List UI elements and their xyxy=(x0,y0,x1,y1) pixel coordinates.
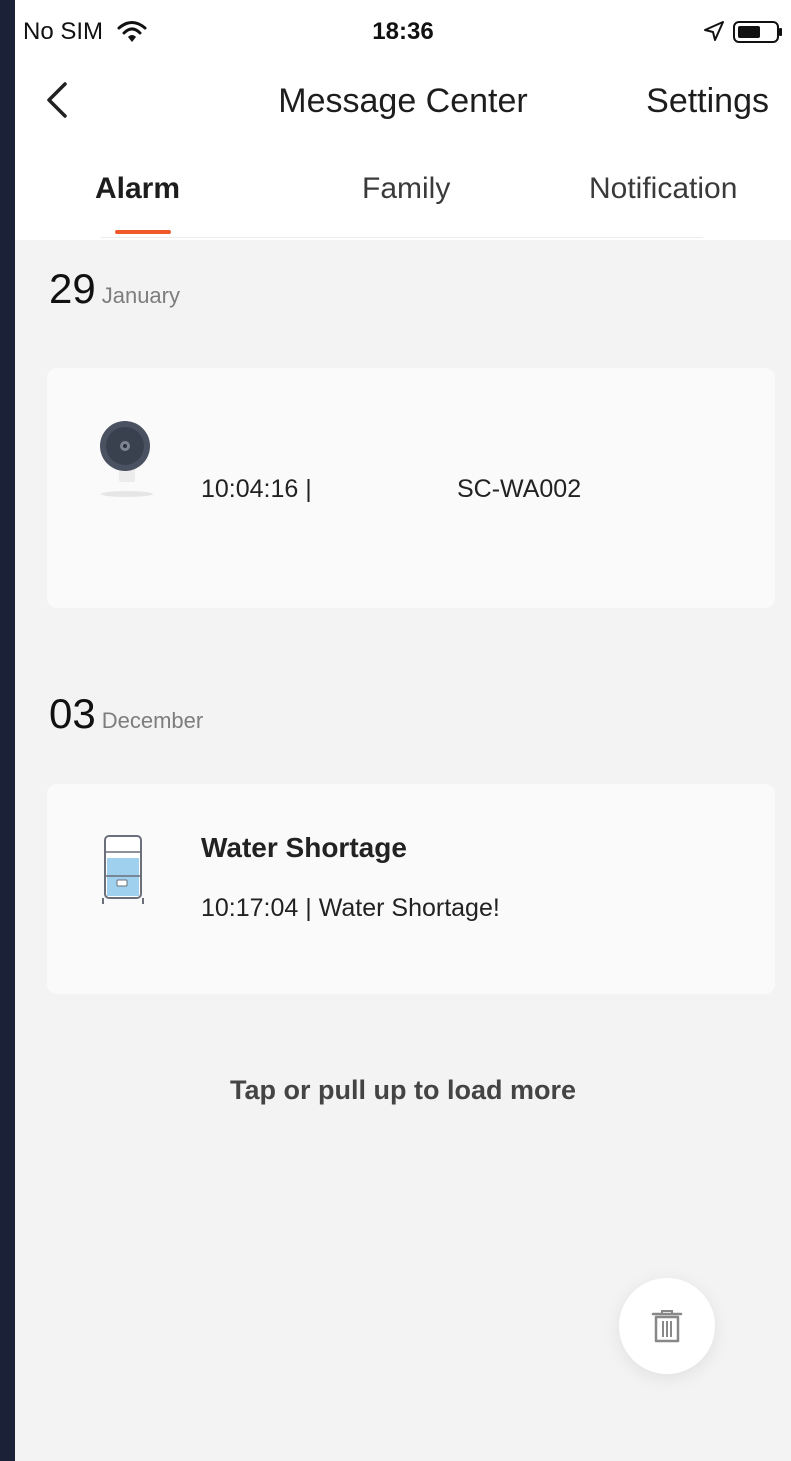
status-time: 18:36 xyxy=(372,18,434,45)
tab-bar: Alarm Family Notification xyxy=(15,160,791,240)
camera-icon xyxy=(92,414,162,504)
navigation-bar: Message Center Settings xyxy=(15,64,791,144)
tab-family[interactable]: Family xyxy=(362,172,450,206)
message-card-water[interactable]: Water Shortage 10:17:04 | Water Shortage… xyxy=(47,784,775,994)
message-title: Water Shortage xyxy=(201,832,407,863)
water-tank-icon xyxy=(99,832,155,912)
date-month: January xyxy=(101,283,180,308)
message-time: 10:04:16 | xyxy=(201,475,312,503)
date-day: 29 xyxy=(49,265,96,312)
delete-button[interactable] xyxy=(619,1278,715,1374)
date-header-december: 03 December xyxy=(49,690,203,738)
trash-icon xyxy=(651,1308,683,1349)
load-more-button[interactable]: Tap or pull up to load more xyxy=(15,1075,791,1106)
settings-button[interactable]: Settings xyxy=(646,82,769,121)
active-tab-indicator xyxy=(115,230,171,234)
tab-alarm[interactable]: Alarm xyxy=(95,172,180,206)
tab-notification[interactable]: Notification xyxy=(589,172,737,206)
message-card-camera[interactable]: 10:04:16 | SC-WA002 xyxy=(47,368,775,608)
date-month: December xyxy=(101,708,204,733)
date-header-january: 29 January xyxy=(49,265,180,313)
battery-icon xyxy=(733,20,783,49)
message-device: SC-WA002 xyxy=(457,475,582,503)
app-screen: No SIM 18:36 Message Center Settings Ala… xyxy=(15,0,791,1461)
message-detail: 10:17:04 | Water Shortage! xyxy=(201,894,500,922)
tabs-divider xyxy=(101,237,703,238)
location-arrow-icon xyxy=(703,20,725,47)
date-day: 03 xyxy=(49,690,96,737)
status-bar: No SIM 18:36 xyxy=(15,0,791,64)
